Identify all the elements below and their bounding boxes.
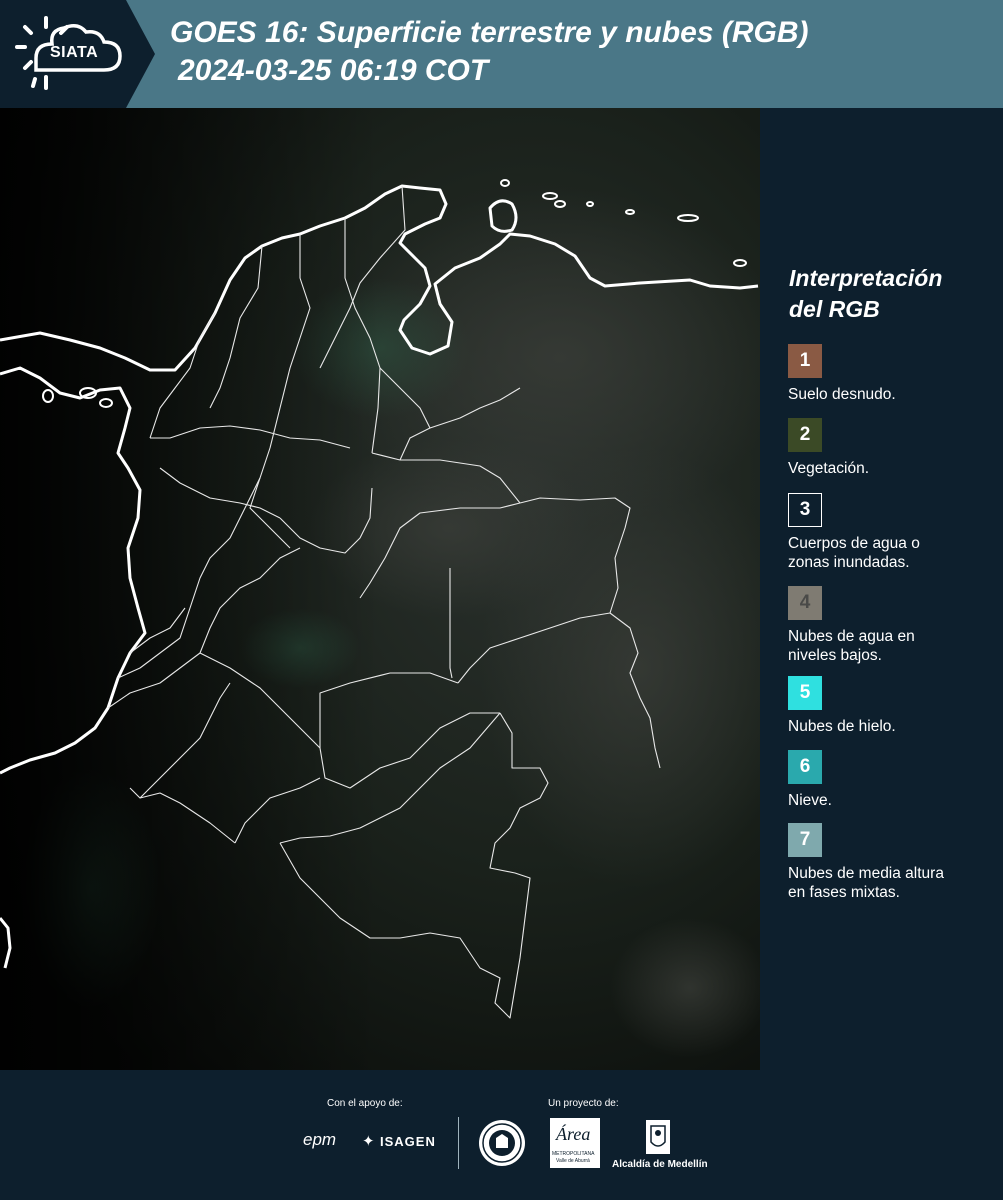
legend-label-line1: Nubes de hielo. xyxy=(788,718,896,735)
alcaldia-logo-text: Alcaldía de Medellín xyxy=(612,1159,708,1170)
support-label: Con el apoyo de: xyxy=(327,1098,403,1109)
legend-label-line1: Nubes de agua en xyxy=(788,628,915,645)
page-title: GOES 16: Superficie terrestre y nubes (R… xyxy=(170,14,809,90)
legend-swatch: 4 xyxy=(788,586,822,620)
satellite-map[interactable] xyxy=(0,108,760,1070)
legend-label: Nubes de hielo. xyxy=(788,717,988,736)
header-bar: SIATA GOES 16: Superficie terrestre y nu… xyxy=(0,0,1003,108)
legend-label: Suelo desnudo. xyxy=(788,385,988,404)
legend-swatch: 6 xyxy=(788,750,822,784)
legend-swatch: 3 xyxy=(788,493,822,527)
legend-item: 4 Nubes de agua en niveles bajos. xyxy=(788,586,988,665)
legend-label-line1: Vegetación. xyxy=(788,460,870,477)
legend-item: 7 Nubes de media altura en fases mixtas. xyxy=(788,823,988,902)
legend-label: Nubes de media altura en fases mixtas. xyxy=(788,864,988,902)
legend-swatch: 1 xyxy=(788,344,822,378)
epm-logo: epm xyxy=(303,1130,337,1149)
coat-of-arms-icon xyxy=(646,1120,670,1154)
legend-item: 6 Nieve. xyxy=(788,750,988,810)
legend-label: Cuerpos de agua o zonas inundadas. xyxy=(788,534,988,572)
siata-logo[interactable]: SIATA xyxy=(0,0,155,108)
legend-label-line1: Suelo desnudo. xyxy=(788,386,896,403)
title-line-product: GOES 16: Superficie terrestre y nubes (R… xyxy=(170,16,809,49)
legend-item: 5 Nubes de hielo. xyxy=(788,676,988,736)
legend-label-line2: zonas inundadas. xyxy=(788,554,910,571)
footer-divider xyxy=(458,1117,459,1169)
title-line-datetime: 2024-03-25 06:19 COT xyxy=(178,54,489,87)
legend-panel: Interpretación del RGB 1 Suelo desnudo. 2 V… xyxy=(760,108,1003,1070)
logo-text: SIATA xyxy=(50,44,99,61)
satellite-image xyxy=(0,108,760,1070)
legend-item: 2 Vegetación. xyxy=(788,418,988,478)
legend-label: Nieve. xyxy=(788,791,988,810)
area-logo-sub2: Valle de Aburrá xyxy=(556,1158,590,1164)
legend-title: Interpretación del RGB xyxy=(789,263,942,325)
legend-item: 1 Suelo desnudo. xyxy=(788,344,988,404)
area-logo-sub1: METROPOLITANA xyxy=(552,1151,595,1157)
legend-label-line2: en fases mixtas. xyxy=(788,884,900,901)
legend-swatch: 2 xyxy=(788,418,822,452)
legend-label-line1: Cuerpos de agua o xyxy=(788,535,920,552)
project-label: Un proyecto de: xyxy=(548,1098,619,1109)
legend-swatch: 7 xyxy=(788,823,822,857)
legend-label-line2: niveles bajos. xyxy=(788,647,882,664)
legend-label-line1: Nieve. xyxy=(788,792,832,809)
legend-swatch: 5 xyxy=(788,676,822,710)
isagen-icon: ✦ xyxy=(362,1133,375,1150)
seal-icon xyxy=(479,1120,525,1166)
legend-label-line1: Nubes de media altura xyxy=(788,865,944,882)
isagen-logo: ISAGEN xyxy=(380,1134,436,1149)
footer: Con el apoyo de: Un proyecto de: epm ✦ I… xyxy=(0,1070,1003,1200)
legend-title-line2: del RGB xyxy=(789,296,880,322)
legend-item: 3 Cuerpos de agua o zonas inundadas. xyxy=(788,493,988,572)
area-logo-text: Área xyxy=(556,1124,591,1144)
legend-label: Vegetación. xyxy=(788,459,988,478)
legend-label: Nubes de agua en niveles bajos. xyxy=(788,627,988,665)
area-metropolitana-logo: Área METROPOLITANA Valle de Aburrá xyxy=(550,1118,600,1168)
legend-title-line1: Interpretación xyxy=(789,265,943,291)
